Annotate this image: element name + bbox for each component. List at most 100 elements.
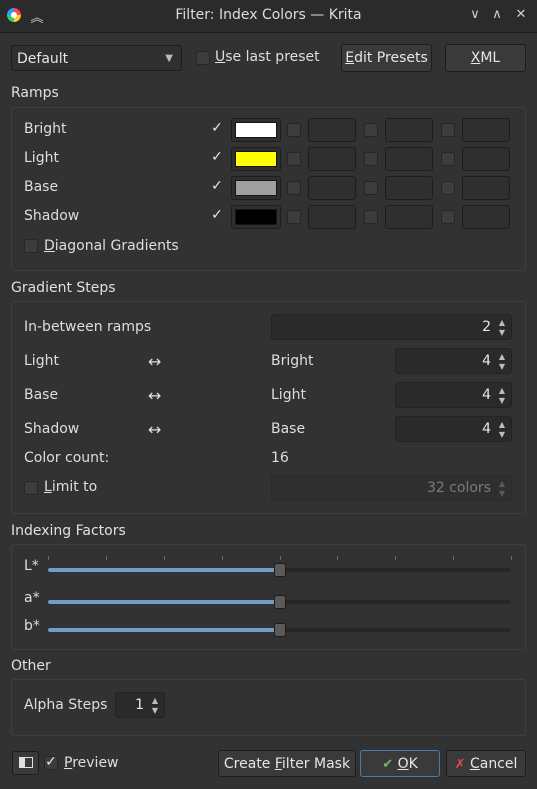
alpha-steps-spinbox[interactable]: 1 ▲ ▼ xyxy=(115,692,165,718)
preset-select-value: Default xyxy=(17,51,69,67)
ramp-color-swatch[interactable] xyxy=(231,176,281,200)
ramp-color-swatch[interactable] xyxy=(231,118,281,142)
ramp-color-swatch[interactable] xyxy=(231,205,281,229)
cancel-x-icon: ✗ xyxy=(454,757,466,772)
step-from-label: Light xyxy=(24,353,59,369)
other-heading: Other xyxy=(11,658,51,674)
diagonal-gradients-checkbox[interactable] xyxy=(24,239,38,253)
ramp-extra-checkbox[interactable] xyxy=(441,181,455,195)
gradient-steps-heading: Gradient Steps xyxy=(11,280,116,296)
limit-to-checkbox[interactable] xyxy=(24,481,38,495)
step-from-label: Base xyxy=(24,387,59,403)
slider-tick xyxy=(164,556,165,560)
alpha-steps-label: Alpha Steps xyxy=(24,697,108,713)
preview-label[interactable]: Preview xyxy=(64,755,119,771)
ramp-extra-checkbox[interactable] xyxy=(364,181,378,195)
ramp-extra-color-swatch[interactable] xyxy=(308,118,356,142)
slider-tick xyxy=(453,556,454,560)
ramp-extra-color-swatch[interactable] xyxy=(385,176,433,200)
slider-handle[interactable] xyxy=(274,623,286,637)
limit-colors-value: 32 colors xyxy=(426,480,491,496)
color-count-value: 16 xyxy=(271,450,289,466)
spin-down-icon[interactable]: ▼ xyxy=(149,706,161,716)
ramp-extra-checkbox[interactable] xyxy=(441,123,455,137)
ramp-extra-color-swatch[interactable] xyxy=(385,147,433,171)
ramps-heading: Ramps xyxy=(11,85,59,101)
xml-button[interactable]: XML xyxy=(445,44,526,72)
cancel-button[interactable]: ✗ Cancel xyxy=(446,750,526,777)
ramp-extra-checkbox[interactable] xyxy=(287,210,301,224)
bidirectional-arrow-icon: ↔ xyxy=(148,352,162,371)
minimize-icon[interactable]: ∨ xyxy=(466,7,484,22)
close-icon[interactable]: ✕ xyxy=(512,7,530,22)
ramp-extra-color-swatch[interactable] xyxy=(462,147,510,171)
spin-up-icon[interactable]: ▲ xyxy=(496,386,508,396)
use-last-preset-label[interactable]: Use last preset xyxy=(215,49,320,65)
edit-presets-button[interactable]: Edit Presets xyxy=(341,44,432,72)
diagonal-gradients-label[interactable]: Diagonal Gradients xyxy=(44,238,179,254)
check-mark-icon: ✓ xyxy=(211,207,223,223)
use-last-preset-checkbox[interactable] xyxy=(196,51,210,65)
maximize-icon[interactable]: ∧ xyxy=(488,7,506,22)
slider-handle[interactable] xyxy=(274,595,286,609)
window-title: Filter: Index Colors — Krita xyxy=(175,7,362,23)
in-between-ramps-spinbox[interactable]: 2 ▲ ▼ xyxy=(271,314,512,340)
slider-tick xyxy=(48,556,49,560)
spin-down-icon[interactable]: ▼ xyxy=(496,430,508,440)
step-count-spinbox[interactable]: 4 ▲ ▼ xyxy=(395,416,512,442)
show-side-panel-button[interactable] xyxy=(12,751,39,775)
ramp-extra-checkbox[interactable] xyxy=(364,152,378,166)
spin-up-icon[interactable]: ▲ xyxy=(496,318,508,328)
step-count-spinbox[interactable]: 4 ▲ ▼ xyxy=(395,348,512,374)
limit-to-label[interactable]: Limit to xyxy=(44,479,97,495)
spin-down-icon[interactable]: ▼ xyxy=(496,328,508,338)
step-to-label: Base xyxy=(271,421,306,437)
alpha-steps-value: 1 xyxy=(135,697,144,713)
ramp-extra-color-swatch[interactable] xyxy=(308,147,356,171)
step-count-spinbox[interactable]: 4 ▲ ▼ xyxy=(395,382,512,408)
limit-colors-spinbox[interactable]: 32 colors ▲ ▼ xyxy=(271,475,512,501)
ramp-extra-checkbox[interactable] xyxy=(287,123,301,137)
chevron-down-icon: ▼ xyxy=(165,53,173,64)
ramp-color-fill xyxy=(235,180,277,196)
spin-up-icon[interactable]: ▲ xyxy=(149,696,161,706)
slider-tick xyxy=(222,556,223,560)
spin-down-icon[interactable]: ▼ xyxy=(496,396,508,406)
spin-down-icon[interactable]: ▼ xyxy=(496,489,508,499)
ok-button[interactable]: ✔ OK xyxy=(360,750,440,777)
ramp-extra-color-swatch[interactable] xyxy=(462,118,510,142)
ramp-extra-color-swatch[interactable] xyxy=(308,176,356,200)
ramp-label: Base xyxy=(24,179,59,195)
ramp-extra-color-swatch[interactable] xyxy=(385,118,433,142)
ramp-extra-checkbox[interactable] xyxy=(364,210,378,224)
preset-select[interactable]: Default ▼ xyxy=(11,45,182,71)
title-bar: ︽ Filter: Index Colors — Krita ∨ ∧ ✕ xyxy=(0,0,537,33)
panel-toggle-icon xyxy=(19,757,33,768)
spin-up-icon[interactable]: ▲ xyxy=(496,352,508,362)
ramp-extra-checkbox[interactable] xyxy=(441,152,455,166)
slider-tick xyxy=(511,556,512,560)
spin-down-icon[interactable]: ▼ xyxy=(496,362,508,372)
ramp-extra-color-swatch[interactable] xyxy=(385,205,433,229)
ramp-extra-color-swatch[interactable] xyxy=(462,176,510,200)
slider-handle[interactable] xyxy=(274,563,286,577)
ramp-color-swatch[interactable] xyxy=(231,147,281,171)
step-count-value: 4 xyxy=(482,353,491,369)
slider-fill xyxy=(48,568,280,572)
spin-up-icon[interactable]: ▲ xyxy=(496,479,508,489)
slider-tick xyxy=(280,556,281,560)
spin-up-icon[interactable]: ▲ xyxy=(496,420,508,430)
ramp-label: Bright xyxy=(24,121,67,137)
ramp-extra-checkbox[interactable] xyxy=(441,210,455,224)
indexing-factor-label: L* xyxy=(24,558,39,574)
step-from-label: Shadow xyxy=(24,421,80,437)
ramp-extra-checkbox[interactable] xyxy=(287,152,301,166)
slider-fill xyxy=(48,628,280,632)
ramp-extra-checkbox[interactable] xyxy=(287,181,301,195)
slider-tick xyxy=(395,556,396,560)
create-filter-mask-button[interactable]: Create Filter Mask xyxy=(218,750,356,777)
color-count-label: Color count: xyxy=(24,450,110,466)
ramp-extra-color-swatch[interactable] xyxy=(308,205,356,229)
ramp-extra-color-swatch[interactable] xyxy=(462,205,510,229)
ramp-extra-checkbox[interactable] xyxy=(364,123,378,137)
